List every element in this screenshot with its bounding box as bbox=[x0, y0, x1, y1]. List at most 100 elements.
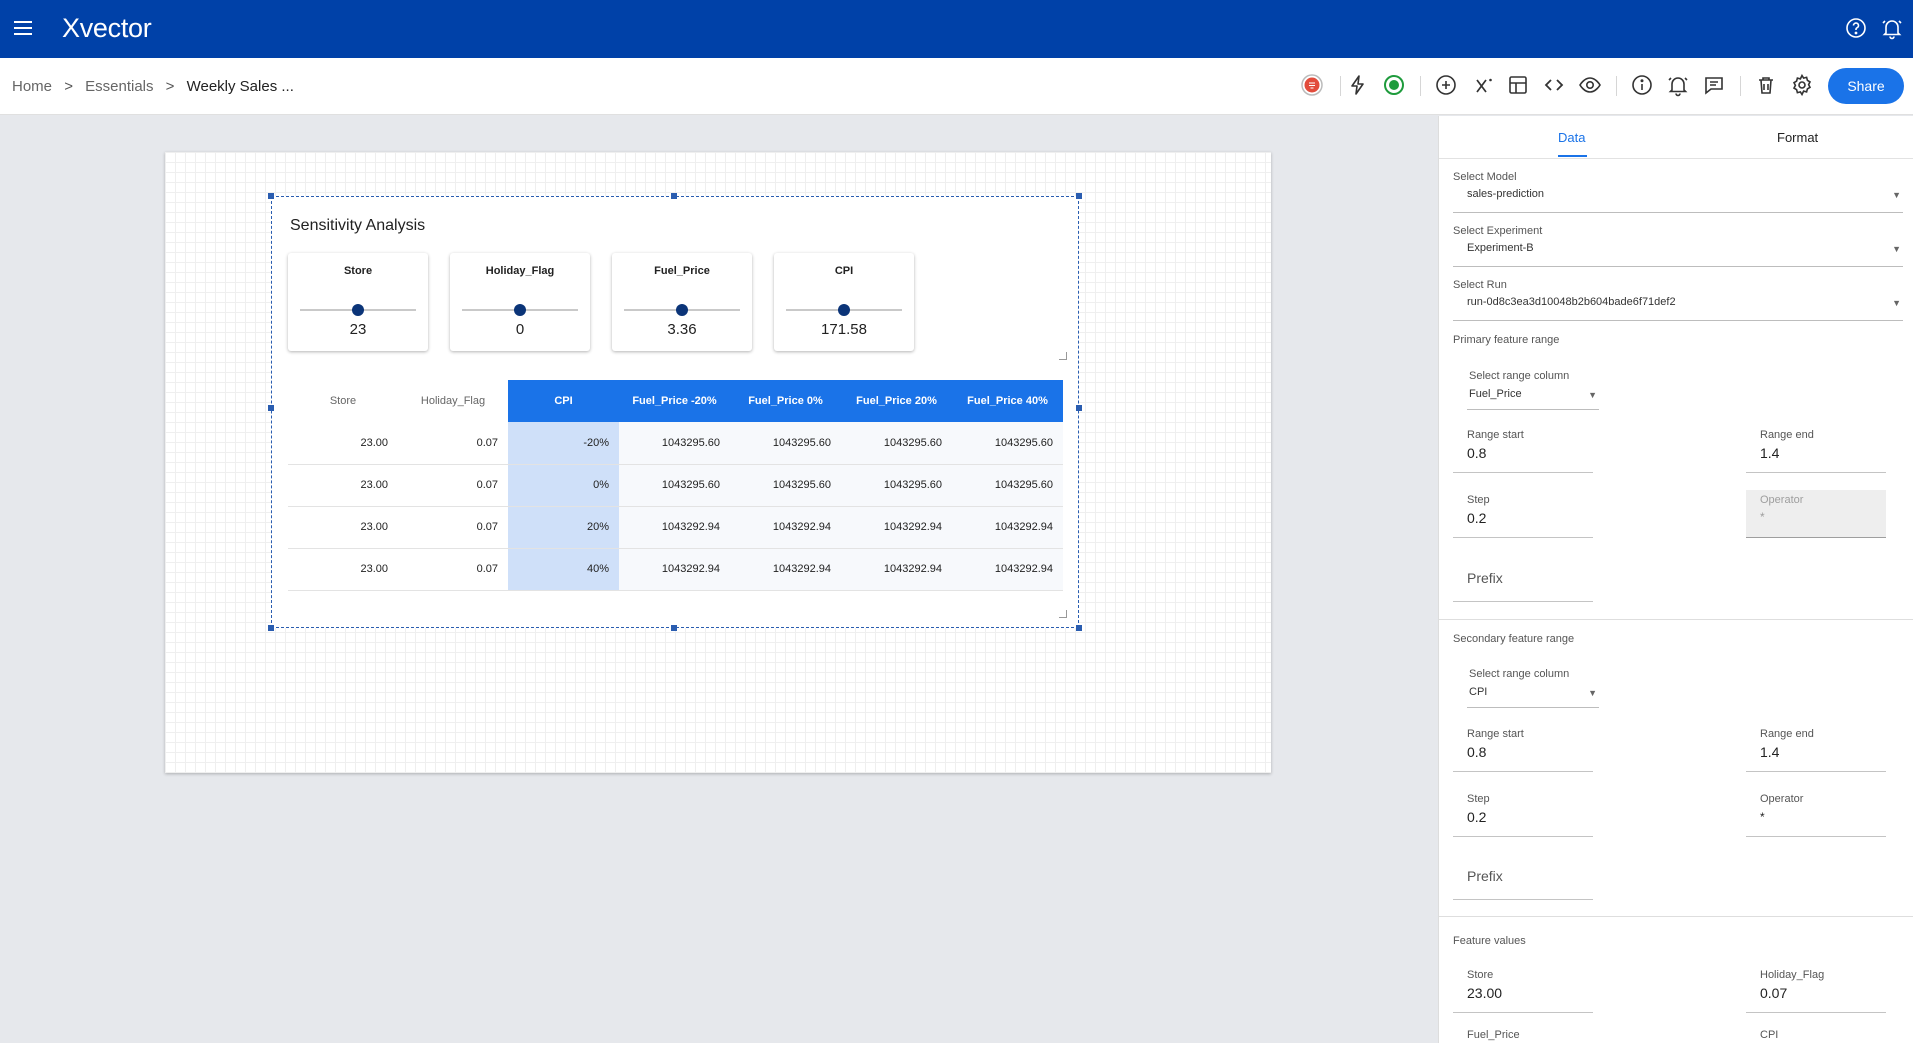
table-cell: 1043295.60 bbox=[841, 464, 952, 507]
column-header-store[interactable]: Store bbox=[288, 380, 398, 422]
widget-title: Sensitivity Analysis bbox=[290, 217, 426, 234]
table-cell: 23.00 bbox=[288, 506, 398, 549]
field-label: Select Experiment bbox=[1453, 225, 1543, 237]
slider-value: 171.58 bbox=[821, 321, 867, 338]
app-logo[interactable]: Xvector bbox=[62, 13, 152, 44]
primary-range-column-dropdown[interactable]: Select range column Fuel_Price ▼ bbox=[1467, 370, 1599, 410]
slider-label: CPI bbox=[834, 265, 854, 277]
breadcrumb-essentials[interactable]: Essentials bbox=[85, 78, 153, 95]
slider-label: Store bbox=[343, 265, 373, 277]
feature-store-value: 23.00 bbox=[1467, 985, 1503, 1001]
resize-handle[interactable] bbox=[268, 625, 274, 631]
resize-handle[interactable] bbox=[671, 625, 677, 631]
feature-cpi-field[interactable]: CPI bbox=[1746, 1029, 1886, 1043]
table-row: 23.00 0.07 -20% 1043295.60 1043295.60 10… bbox=[288, 422, 1063, 465]
feature-holiday-flag-field[interactable]: Holiday_Flag 0.07 bbox=[1746, 969, 1886, 1013]
gear-icon[interactable] bbox=[1790, 73, 1814, 97]
secondary-operator-value: * bbox=[1760, 810, 1765, 824]
slider-card-cpi: CPI 171.58 bbox=[774, 253, 914, 351]
primary-step-field[interactable]: Step 0.2 bbox=[1453, 494, 1593, 538]
formula-x-icon[interactable] bbox=[1472, 73, 1496, 97]
hamburger-menu-icon[interactable] bbox=[12, 17, 34, 39]
bell-icon[interactable] bbox=[1880, 16, 1904, 40]
slider-thumb[interactable] bbox=[352, 304, 364, 316]
info-icon[interactable] bbox=[1630, 73, 1654, 97]
table-cell: 20% bbox=[508, 506, 619, 549]
primary-range-end-value: 1.4 bbox=[1760, 445, 1780, 461]
column-header-fuel-price-40[interactable]: Fuel_Price 40% bbox=[952, 380, 1063, 422]
column-header-fuel-price-0[interactable]: Fuel_Price 0% bbox=[730, 380, 841, 422]
primary-prefix-field[interactable]: Prefix bbox=[1453, 558, 1593, 602]
breadcrumb-separator: > bbox=[64, 78, 73, 95]
secondary-operator-field[interactable]: Operator * bbox=[1746, 793, 1886, 837]
layout-icon[interactable] bbox=[1506, 73, 1530, 97]
primary-range-start-field[interactable]: Range start 0.8 bbox=[1453, 429, 1593, 473]
slider-card-fuel-price: Fuel_Price 3.36 bbox=[612, 253, 752, 351]
sensitivity-analysis-widget[interactable]: Sensitivity Analysis Store 23 Holiday_Fl… bbox=[268, 193, 1082, 631]
slider-thumb[interactable] bbox=[838, 304, 850, 316]
help-circle-icon[interactable] bbox=[1844, 16, 1868, 40]
table-cell: 1043295.60 bbox=[619, 422, 730, 465]
primary-range-end-field[interactable]: Range end 1.4 bbox=[1746, 429, 1886, 473]
table-header-row: Store Holiday_Flag CPI Fuel_Price -20% F… bbox=[288, 380, 1063, 422]
secondary-range-column-dropdown[interactable]: Select range column CPI ▼ bbox=[1467, 668, 1599, 708]
feature-store-field[interactable]: Store 23.00 bbox=[1453, 969, 1593, 1013]
column-header-fuel-price-minus-20[interactable]: Fuel_Price -20% bbox=[619, 380, 730, 422]
slider-thumb[interactable] bbox=[676, 304, 688, 316]
resize-handle[interactable] bbox=[1076, 193, 1082, 199]
active-tab-indicator bbox=[1558, 155, 1587, 157]
field-label: Select Run bbox=[1453, 279, 1507, 291]
column-header-fuel-price-20[interactable]: Fuel_Price 20% bbox=[841, 380, 952, 422]
column-header-holiday-flag[interactable]: Holiday_Flag bbox=[398, 380, 508, 422]
field-label: Select Model bbox=[1453, 171, 1517, 183]
resize-handle[interactable] bbox=[268, 193, 274, 199]
status-record-icon[interactable] bbox=[1300, 73, 1324, 97]
sensitivity-table: Store Holiday_Flag CPI Fuel_Price -20% F… bbox=[288, 380, 1063, 591]
status-active-icon[interactable] bbox=[1382, 73, 1406, 97]
breadcrumb-separator: > bbox=[165, 78, 175, 95]
primary-operator-field: Operator * bbox=[1746, 490, 1886, 538]
dropdown-arrow-icon: ▼ bbox=[1892, 190, 1901, 200]
select-experiment-value: Experiment-B bbox=[1467, 242, 1534, 254]
table-cell: 0% bbox=[508, 464, 619, 507]
secondary-range-start-field[interactable]: Range start 0.8 bbox=[1453, 728, 1593, 772]
comment-icon[interactable] bbox=[1702, 73, 1726, 97]
properties-panel: Data Format Select Model sales-predictio… bbox=[1438, 116, 1913, 1043]
eye-icon[interactable] bbox=[1578, 73, 1602, 97]
secondary-range-end-field[interactable]: Range end 1.4 bbox=[1746, 728, 1886, 772]
field-label: Range end bbox=[1760, 429, 1814, 441]
alarm-icon[interactable] bbox=[1666, 73, 1690, 97]
slider-area-resize-grip[interactable] bbox=[1059, 352, 1067, 360]
tab-data[interactable]: Data bbox=[1558, 130, 1585, 145]
add-circle-icon[interactable] bbox=[1434, 73, 1458, 97]
tab-format[interactable]: Format bbox=[1777, 130, 1818, 145]
code-icon[interactable] bbox=[1542, 73, 1566, 97]
column-header-cpi[interactable]: CPI bbox=[508, 380, 619, 422]
select-model-dropdown[interactable]: Select Model sales-prediction ▼ bbox=[1453, 171, 1903, 213]
resize-handle[interactable] bbox=[671, 193, 677, 199]
select-run-dropdown[interactable]: Select Run run-0d8c3ea3d10048b2b604bade6… bbox=[1453, 279, 1903, 321]
field-label: Store bbox=[1467, 969, 1494, 981]
trash-icon[interactable] bbox=[1754, 73, 1778, 97]
select-experiment-dropdown[interactable]: Select Experiment Experiment-B ▼ bbox=[1453, 225, 1903, 267]
share-button[interactable]: Share bbox=[1828, 68, 1904, 104]
secondary-prefix-placeholder: Prefix bbox=[1467, 868, 1503, 884]
field-label: Fuel_Price bbox=[1467, 1029, 1520, 1041]
report-canvas[interactable]: Sensitivity Analysis Store 23 Holiday_Fl… bbox=[165, 152, 1271, 773]
feature-fuel-price-field[interactable]: Fuel_Price bbox=[1453, 1029, 1593, 1043]
lightning-icon[interactable] bbox=[1346, 73, 1370, 97]
secondary-prefix-field[interactable]: Prefix bbox=[1453, 856, 1593, 900]
table-cell: -20% bbox=[508, 422, 619, 465]
tab-divider bbox=[1439, 158, 1913, 159]
slider-value: 3.36 bbox=[667, 321, 697, 338]
resize-handle[interactable] bbox=[268, 405, 274, 411]
secondary-step-field[interactable]: Step 0.2 bbox=[1453, 793, 1593, 837]
breadcrumb-home[interactable]: Home bbox=[12, 78, 52, 95]
resize-handle[interactable] bbox=[1076, 625, 1082, 631]
widget-resize-grip[interactable] bbox=[1059, 610, 1067, 618]
table-cell: 1043295.60 bbox=[619, 464, 730, 507]
slider-thumb[interactable] bbox=[514, 304, 526, 316]
table-cell: 0.07 bbox=[398, 464, 508, 507]
resize-handle[interactable] bbox=[1076, 405, 1082, 411]
table-cell: 1043292.94 bbox=[730, 548, 841, 591]
